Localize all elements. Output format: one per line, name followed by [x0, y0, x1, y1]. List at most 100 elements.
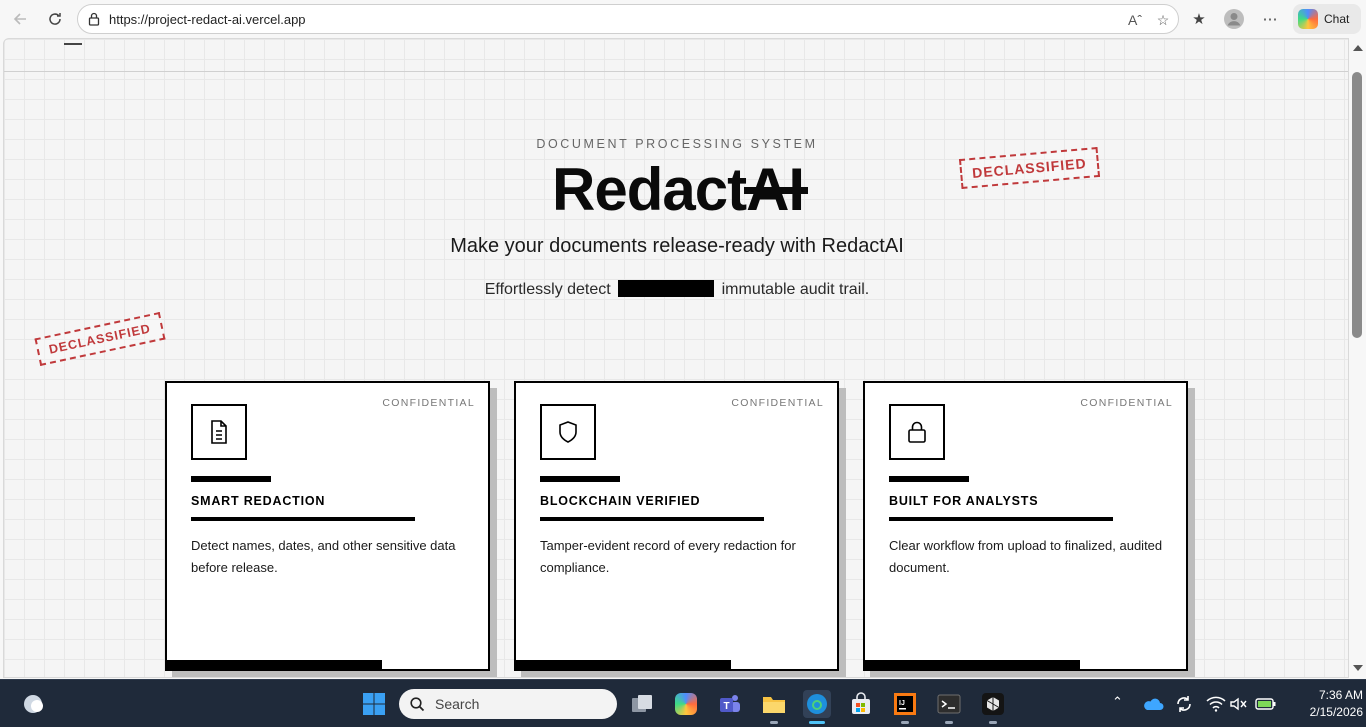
card-bar-long: [191, 517, 415, 521]
teams-icon: T: [720, 695, 740, 712]
hero-eyebrow: DOCUMENT PROCESSING SYSTEM: [536, 137, 818, 151]
address-bar[interactable]: https://project-redact-ai.vercel.app Aˆ …: [77, 4, 1179, 34]
declassified-stamp: DECLASSIFIED: [34, 312, 166, 366]
weather-cloud-icon: [24, 695, 43, 713]
start-button[interactable]: [360, 690, 388, 718]
edge-icon: [807, 694, 827, 714]
copilot-chat-button[interactable]: Chat: [1293, 4, 1361, 34]
arrow-left-icon: [13, 13, 26, 25]
declassified-stamp: DECLASSIFIED: [958, 147, 1100, 189]
svg-text:T: T: [723, 701, 729, 712]
back-button[interactable]: [7, 7, 33, 31]
feature-card-smart-redaction: CONFIDENTIAL SMART REDACTION Detect name…: [165, 381, 490, 671]
card-tag: CONFIDENTIAL: [382, 397, 475, 409]
task-view-icon: [632, 695, 652, 712]
clock-time: 7:36 AM: [1318, 688, 1363, 702]
lock-icon: [908, 421, 926, 443]
card-description: Tamper-evident record of every redaction…: [540, 538, 796, 575]
card-description: Clear workflow from upload to finalized,…: [889, 538, 1163, 575]
battery-charging-icon: [1255, 698, 1276, 710]
taskbar-indicator: [901, 721, 909, 724]
copilot-icon: [1298, 9, 1318, 29]
search-label: Search: [435, 696, 480, 712]
copilot-icon: [675, 693, 697, 715]
url-text: https://project-redact-ai.vercel.app: [109, 12, 306, 27]
intellij-button[interactable]: IJ: [891, 690, 919, 724]
scroll-down-arrow-icon[interactable]: [1353, 665, 1363, 671]
scroll-thumb[interactable]: [1352, 72, 1362, 338]
subline-before: Effortlessly detect: [484, 281, 611, 298]
svg-text:IJ: IJ: [899, 700, 905, 707]
copilot-taskbar-button[interactable]: [672, 690, 700, 718]
page-viewport: DOCUMENT PROCESSING SYSTEM RedactAI Make…: [3, 38, 1349, 678]
taskbar-active-indicator: [809, 721, 825, 724]
hero-subline: Effortlessly detect immutable audit trai…: [4, 280, 1348, 299]
card-tag: CONFIDENTIAL: [731, 397, 824, 409]
terminal-button[interactable]: [935, 690, 963, 724]
redaction-bar: [618, 280, 715, 297]
card-icon-box: [889, 404, 945, 460]
battery-button[interactable]: [1252, 690, 1280, 718]
avatar-icon: [1224, 9, 1244, 29]
onedrive-cloud-icon: [1144, 698, 1164, 710]
taskbar-indicator: [989, 721, 997, 724]
profile-avatar[interactable]: [1223, 8, 1245, 30]
favorites-icon[interactable]: ★: [1188, 8, 1210, 30]
card-bar-short: [889, 476, 969, 482]
tray-overflow-chevron-icon[interactable]: ⌃: [1112, 694, 1123, 710]
card-bar-short: [191, 476, 271, 482]
document-icon: [211, 420, 227, 444]
card-title: BUILT FOR ANALYSTS: [889, 494, 1039, 508]
card-icon-box: [191, 404, 247, 460]
terminal-icon: [937, 694, 961, 714]
scroll-up-arrow-icon[interactable]: [1353, 45, 1363, 51]
taskbar-indicator: [770, 721, 778, 724]
refresh-icon: [49, 13, 61, 25]
brand-logo: RedactAI: [552, 155, 809, 223]
teams-button[interactable]: T: [716, 690, 744, 718]
card-bar-bottom: [516, 660, 731, 669]
search-icon: [410, 696, 425, 711]
store-button[interactable]: [847, 690, 875, 718]
feature-card-blockchain-verified: CONFIDENTIAL BLOCKCHAIN VERIFIED Tamper-…: [514, 381, 839, 671]
more-options-icon[interactable]: ⋯: [1259, 8, 1281, 30]
page-scrollbar[interactable]: [1349, 38, 1366, 678]
volume-button[interactable]: [1225, 690, 1253, 718]
card-description: Detect names, dates, and other sensitive…: [191, 538, 456, 575]
card-bar-bottom: [865, 660, 1080, 669]
refresh-button[interactable]: [42, 7, 68, 31]
sync-button[interactable]: [1170, 690, 1198, 718]
brand-main: Redact: [552, 156, 747, 223]
header-divider: [4, 71, 1348, 72]
hero-tagline: Make your documents release-ready with R…: [450, 235, 904, 257]
card-bar-long: [540, 517, 764, 521]
weather-widget[interactable]: [19, 690, 47, 718]
task-view-button[interactable]: [628, 690, 656, 718]
wifi-icon: [1206, 696, 1226, 712]
shield-icon: [559, 421, 577, 443]
windows-taskbar: Search T IJ ⌃ 7:36 AM 2/15/2026: [0, 679, 1366, 727]
taskbar-indicator: [945, 721, 953, 724]
subline-after: immutable audit trail.: [721, 281, 870, 298]
file-explorer-button[interactable]: [760, 690, 788, 724]
menu-dash[interactable]: [64, 43, 82, 45]
edge-button[interactable]: [803, 690, 831, 724]
windows-logo-icon: [363, 693, 385, 715]
onedrive-button[interactable]: [1139, 690, 1167, 718]
taskbar-search[interactable]: Search: [399, 689, 617, 719]
read-aloud-icon[interactable]: Aˆ: [1126, 11, 1144, 29]
browser-toolbar: https://project-redact-ai.vercel.app Aˆ …: [0, 0, 1366, 38]
intellij-icon: IJ: [894, 693, 916, 715]
feature-card-built-for-analysts: CONFIDENTIAL BUILT FOR ANALYSTS Clear wo…: [863, 381, 1188, 671]
card-icon-box: [540, 404, 596, 460]
cube-app-icon: [982, 693, 1004, 715]
favorite-star-icon[interactable]: ☆: [1154, 11, 1172, 29]
card-bar-long: [889, 517, 1113, 521]
system-clock[interactable]: 7:36 AM 2/15/2026: [1283, 687, 1363, 721]
card-title: SMART REDACTION: [191, 494, 326, 508]
chat-label: Chat: [1324, 12, 1350, 26]
card-tag: CONFIDENTIAL: [1080, 397, 1173, 409]
card-title: BLOCKCHAIN VERIFIED: [540, 494, 701, 508]
cursor-app-button[interactable]: [979, 690, 1007, 724]
lock-icon: [88, 12, 100, 26]
